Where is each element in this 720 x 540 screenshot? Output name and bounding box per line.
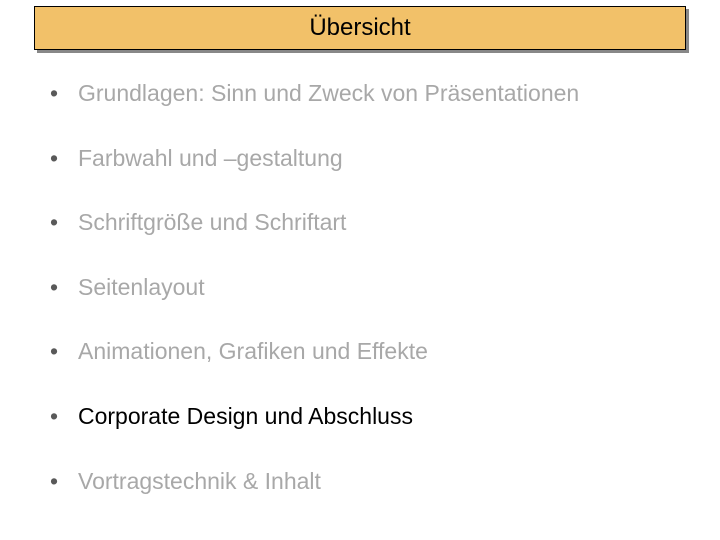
bullet-text: Seitenlayout [78, 274, 670, 302]
bullet-text: Farbwahl und –gestaltung [78, 145, 670, 173]
bullet-icon: • [50, 468, 78, 496]
bullet-text: Vortragstechnik & Inhalt [78, 468, 670, 496]
bullet-list: • Grundlagen: Sinn und Zweck von Präsent… [50, 80, 670, 532]
bullet-icon: • [50, 338, 78, 366]
bullet-icon: • [50, 209, 78, 237]
title-container: Übersicht [34, 6, 686, 50]
list-item: • Seitenlayout [50, 274, 670, 302]
slide: Übersicht • Grundlagen: Sinn und Zweck v… [0, 0, 720, 540]
bullet-icon: • [50, 80, 78, 108]
bullet-text: Grundlagen: Sinn und Zweck von Präsentat… [78, 80, 670, 108]
bullet-text: Schriftgröße und Schriftart [78, 209, 670, 237]
bullet-icon: • [50, 403, 78, 431]
bullet-text: Animationen, Grafiken und Effekte [78, 338, 670, 366]
bullet-icon: • [50, 145, 78, 173]
list-item: • Grundlagen: Sinn und Zweck von Präsent… [50, 80, 670, 108]
list-item: • Vortragstechnik & Inhalt [50, 468, 670, 496]
slide-title: Übersicht [309, 14, 410, 42]
bullet-text: Corporate Design und Abschluss [78, 403, 670, 431]
list-item: • Schriftgröße und Schriftart [50, 209, 670, 237]
list-item: • Farbwahl und –gestaltung [50, 145, 670, 173]
list-item: • Corporate Design und Abschluss [50, 403, 670, 431]
bullet-icon: • [50, 274, 78, 302]
title-box: Übersicht [34, 6, 686, 50]
list-item: • Animationen, Grafiken und Effekte [50, 338, 670, 366]
